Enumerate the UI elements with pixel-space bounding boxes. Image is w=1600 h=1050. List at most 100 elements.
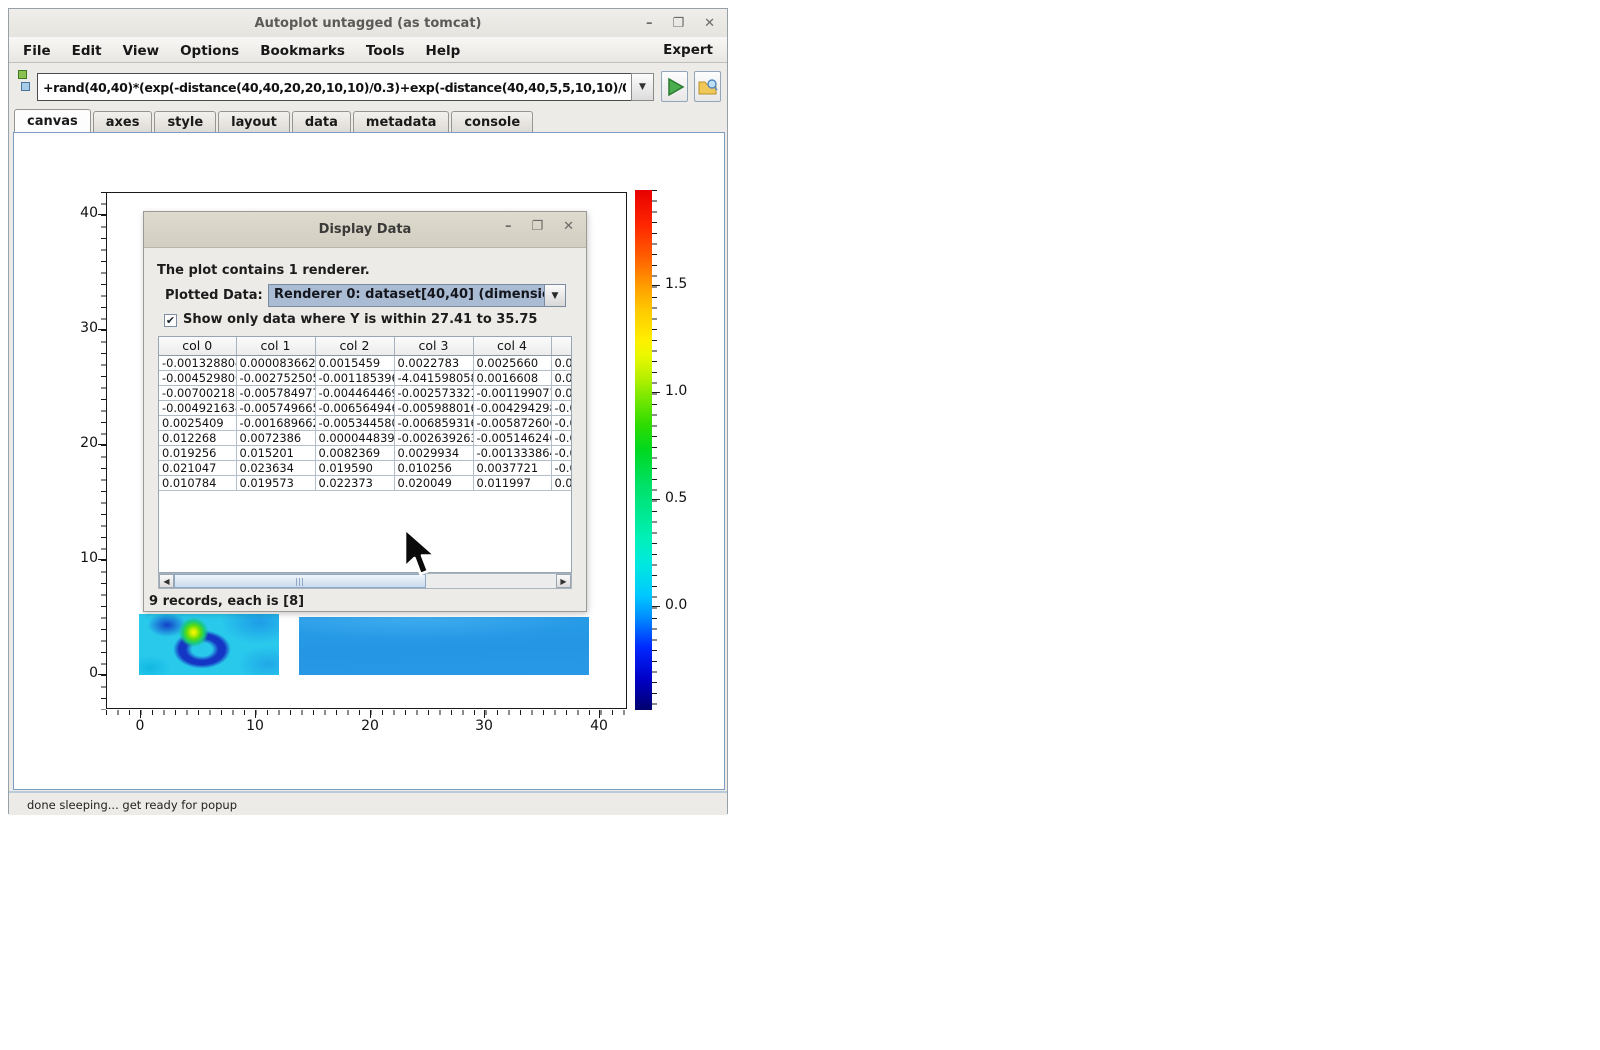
table-cell[interactable]: -0.001689662... — [236, 415, 315, 430]
table-cell[interactable]: -0.002639263... — [394, 430, 473, 445]
filter-checkbox[interactable]: ✔ — [164, 314, 177, 327]
title-bar[interactable]: Autoplot untagged (as tomcat) – ❐ ✕ — [9, 9, 727, 37]
table-cell[interactable]: -0.001328804... — [159, 355, 236, 370]
table-column-header[interactable]: col 0 — [159, 337, 236, 355]
close-icon[interactable]: ✕ — [704, 17, 715, 30]
table-cell[interactable]: 0.00 — [551, 370, 572, 385]
table-cell[interactable]: 0.012268 — [159, 430, 236, 445]
plotted-data-select[interactable]: Renderer 0: dataset[40,40] (dimension...… — [268, 284, 566, 307]
table-cell[interactable]: 0.0029934 — [394, 445, 473, 460]
horizontal-scrollbar[interactable]: ◀ ▶ — [158, 573, 572, 589]
table-cell[interactable]: 0.022373 — [315, 475, 394, 490]
table-row[interactable]: -0.007002187...-0.005784977...-0.0044644… — [159, 385, 572, 400]
table-cell[interactable]: 0.0072386 — [236, 430, 315, 445]
table-cell[interactable]: -0.005872606... — [473, 415, 551, 430]
table-cell[interactable]: -4.041598058... — [394, 370, 473, 385]
table-column-header[interactable] — [551, 337, 572, 355]
table-cell[interactable]: -0.005749665... — [236, 400, 315, 415]
table-row[interactable]: -0.001328804...0.0000836620.00154590.002… — [159, 355, 572, 370]
table-cell[interactable]: -0.0 — [551, 460, 572, 475]
table-cell[interactable]: -0.001333864... — [473, 445, 551, 460]
table-cell[interactable]: -0.002573321... — [394, 385, 473, 400]
table-cell[interactable]: 0.010784 — [159, 475, 236, 490]
table-cell[interactable]: 0.0082369 — [315, 445, 394, 460]
menu-options[interactable]: Options — [180, 43, 239, 59]
table-cell[interactable]: -0.006859316... — [394, 415, 473, 430]
tab-console[interactable]: console — [451, 111, 533, 132]
scroll-right-icon[interactable]: ▶ — [556, 574, 571, 588]
scrollbar-thumb[interactable] — [174, 574, 426, 588]
table-cell[interactable]: -0.001185396... — [315, 370, 394, 385]
table-cell[interactable]: 0.00 — [551, 385, 572, 400]
menu-file[interactable]: File — [23, 43, 51, 59]
table-row[interactable]: -0.004529800...-0.002752505...-0.0011853… — [159, 370, 572, 385]
inspect-uri-button[interactable] — [694, 71, 721, 102]
menu-view[interactable]: View — [123, 43, 159, 59]
tab-layout[interactable]: layout — [218, 111, 290, 132]
table-cell[interactable]: 0.0037721 — [473, 460, 551, 475]
table-cell[interactable]: 0.0015459 — [315, 355, 394, 370]
table-cell[interactable]: 0.00 — [551, 355, 572, 370]
table-cell[interactable]: 0.011997 — [473, 475, 551, 490]
tab-metadata[interactable]: metadata — [353, 111, 449, 132]
table-cell[interactable]: -0.0 — [551, 400, 572, 415]
tab-data[interactable]: data — [292, 111, 351, 132]
table-column-header[interactable]: col 1 — [236, 337, 315, 355]
tab-canvas[interactable]: canvas — [14, 109, 91, 132]
table-column-header[interactable]: col 3 — [394, 337, 473, 355]
table-cell[interactable]: -0.002752505... — [236, 370, 315, 385]
table-cell[interactable]: -0.0 — [551, 415, 572, 430]
table-cell[interactable]: -0.005784977... — [236, 385, 315, 400]
table-cell[interactable]: -0.005344580... — [315, 415, 394, 430]
table-cell[interactable]: 0.00 — [551, 475, 572, 490]
table-cell[interactable]: -0.0 — [551, 430, 572, 445]
table-row[interactable]: 0.0122680.00723860.000044839-0.002639263… — [159, 430, 572, 445]
datasource-icon[interactable] — [18, 70, 34, 94]
expert-toggle[interactable]: Expert — [663, 42, 713, 58]
table-cell[interactable]: -0.001199077... — [473, 385, 551, 400]
tab-style[interactable]: style — [154, 111, 216, 132]
table-cell[interactable]: 0.000083662 — [236, 355, 315, 370]
table-cell[interactable]: 0.0022783 — [394, 355, 473, 370]
uri-dropdown-button[interactable]: ▼ — [631, 73, 654, 101]
table-cell[interactable]: 0.023634 — [236, 460, 315, 475]
menu-help[interactable]: Help — [426, 43, 461, 59]
table-cell[interactable]: 0.019256 — [159, 445, 236, 460]
table-cell[interactable]: -0.006564946... — [315, 400, 394, 415]
table-cell[interactable]: -0.004294298... — [473, 400, 551, 415]
table-cell[interactable]: -0.0 — [551, 445, 572, 460]
table-cell[interactable]: -0.005146240... — [473, 430, 551, 445]
table-cell[interactable]: 0.015201 — [236, 445, 315, 460]
menu-bookmarks[interactable]: Bookmarks — [260, 43, 345, 59]
table-row[interactable]: 0.0192560.0152010.00823690.0029934-0.001… — [159, 445, 572, 460]
dialog-title-bar[interactable]: Display Data – ❐ ✕ — [144, 212, 586, 248]
menu-edit[interactable]: Edit — [72, 43, 102, 59]
table-cell[interactable]: -0.004464469... — [315, 385, 394, 400]
menu-tools[interactable]: Tools — [366, 43, 405, 59]
table-cell[interactable]: 0.0016608 — [473, 370, 551, 385]
table-column-header[interactable]: col 4 — [473, 337, 551, 355]
table-column-header[interactable]: col 2 — [315, 337, 394, 355]
table-cell[interactable]: 0.021047 — [159, 460, 236, 475]
uri-input[interactable] — [37, 73, 632, 101]
go-button[interactable] — [661, 71, 688, 102]
table-cell[interactable]: 0.000044839 — [315, 430, 394, 445]
table-cell[interactable]: -0.005988016... — [394, 400, 473, 415]
scroll-left-icon[interactable]: ◀ — [159, 574, 174, 588]
table-cell[interactable]: -0.007002187... — [159, 385, 236, 400]
dialog-maximize-icon[interactable]: ❐ — [531, 220, 543, 233]
maximize-icon[interactable]: ❐ — [672, 17, 684, 30]
minimize-icon[interactable]: – — [646, 17, 653, 30]
data-table[interactable]: col 0col 1col 2col 3col 4 -0.001328804..… — [158, 336, 572, 573]
table-cell[interactable]: 0.0025409 — [159, 415, 236, 430]
table-cell[interactable]: -0.004921634... — [159, 400, 236, 415]
table-row[interactable]: 0.0025409-0.001689662...-0.005344580...-… — [159, 415, 572, 430]
tab-axes[interactable]: axes — [93, 111, 153, 132]
table-cell[interactable]: 0.019573 — [236, 475, 315, 490]
plot-canvas[interactable]: 403020100 010203040 1.51.00.50.0 Display… — [13, 132, 725, 790]
dialog-minimize-icon[interactable]: – — [505, 220, 512, 233]
table-cell[interactable]: 0.019590 — [315, 460, 394, 475]
table-row[interactable]: 0.0210470.0236340.0195900.0102560.003772… — [159, 460, 572, 475]
dialog-close-icon[interactable]: ✕ — [563, 220, 574, 233]
table-row[interactable]: 0.0107840.0195730.0223730.0200490.011997… — [159, 475, 572, 490]
